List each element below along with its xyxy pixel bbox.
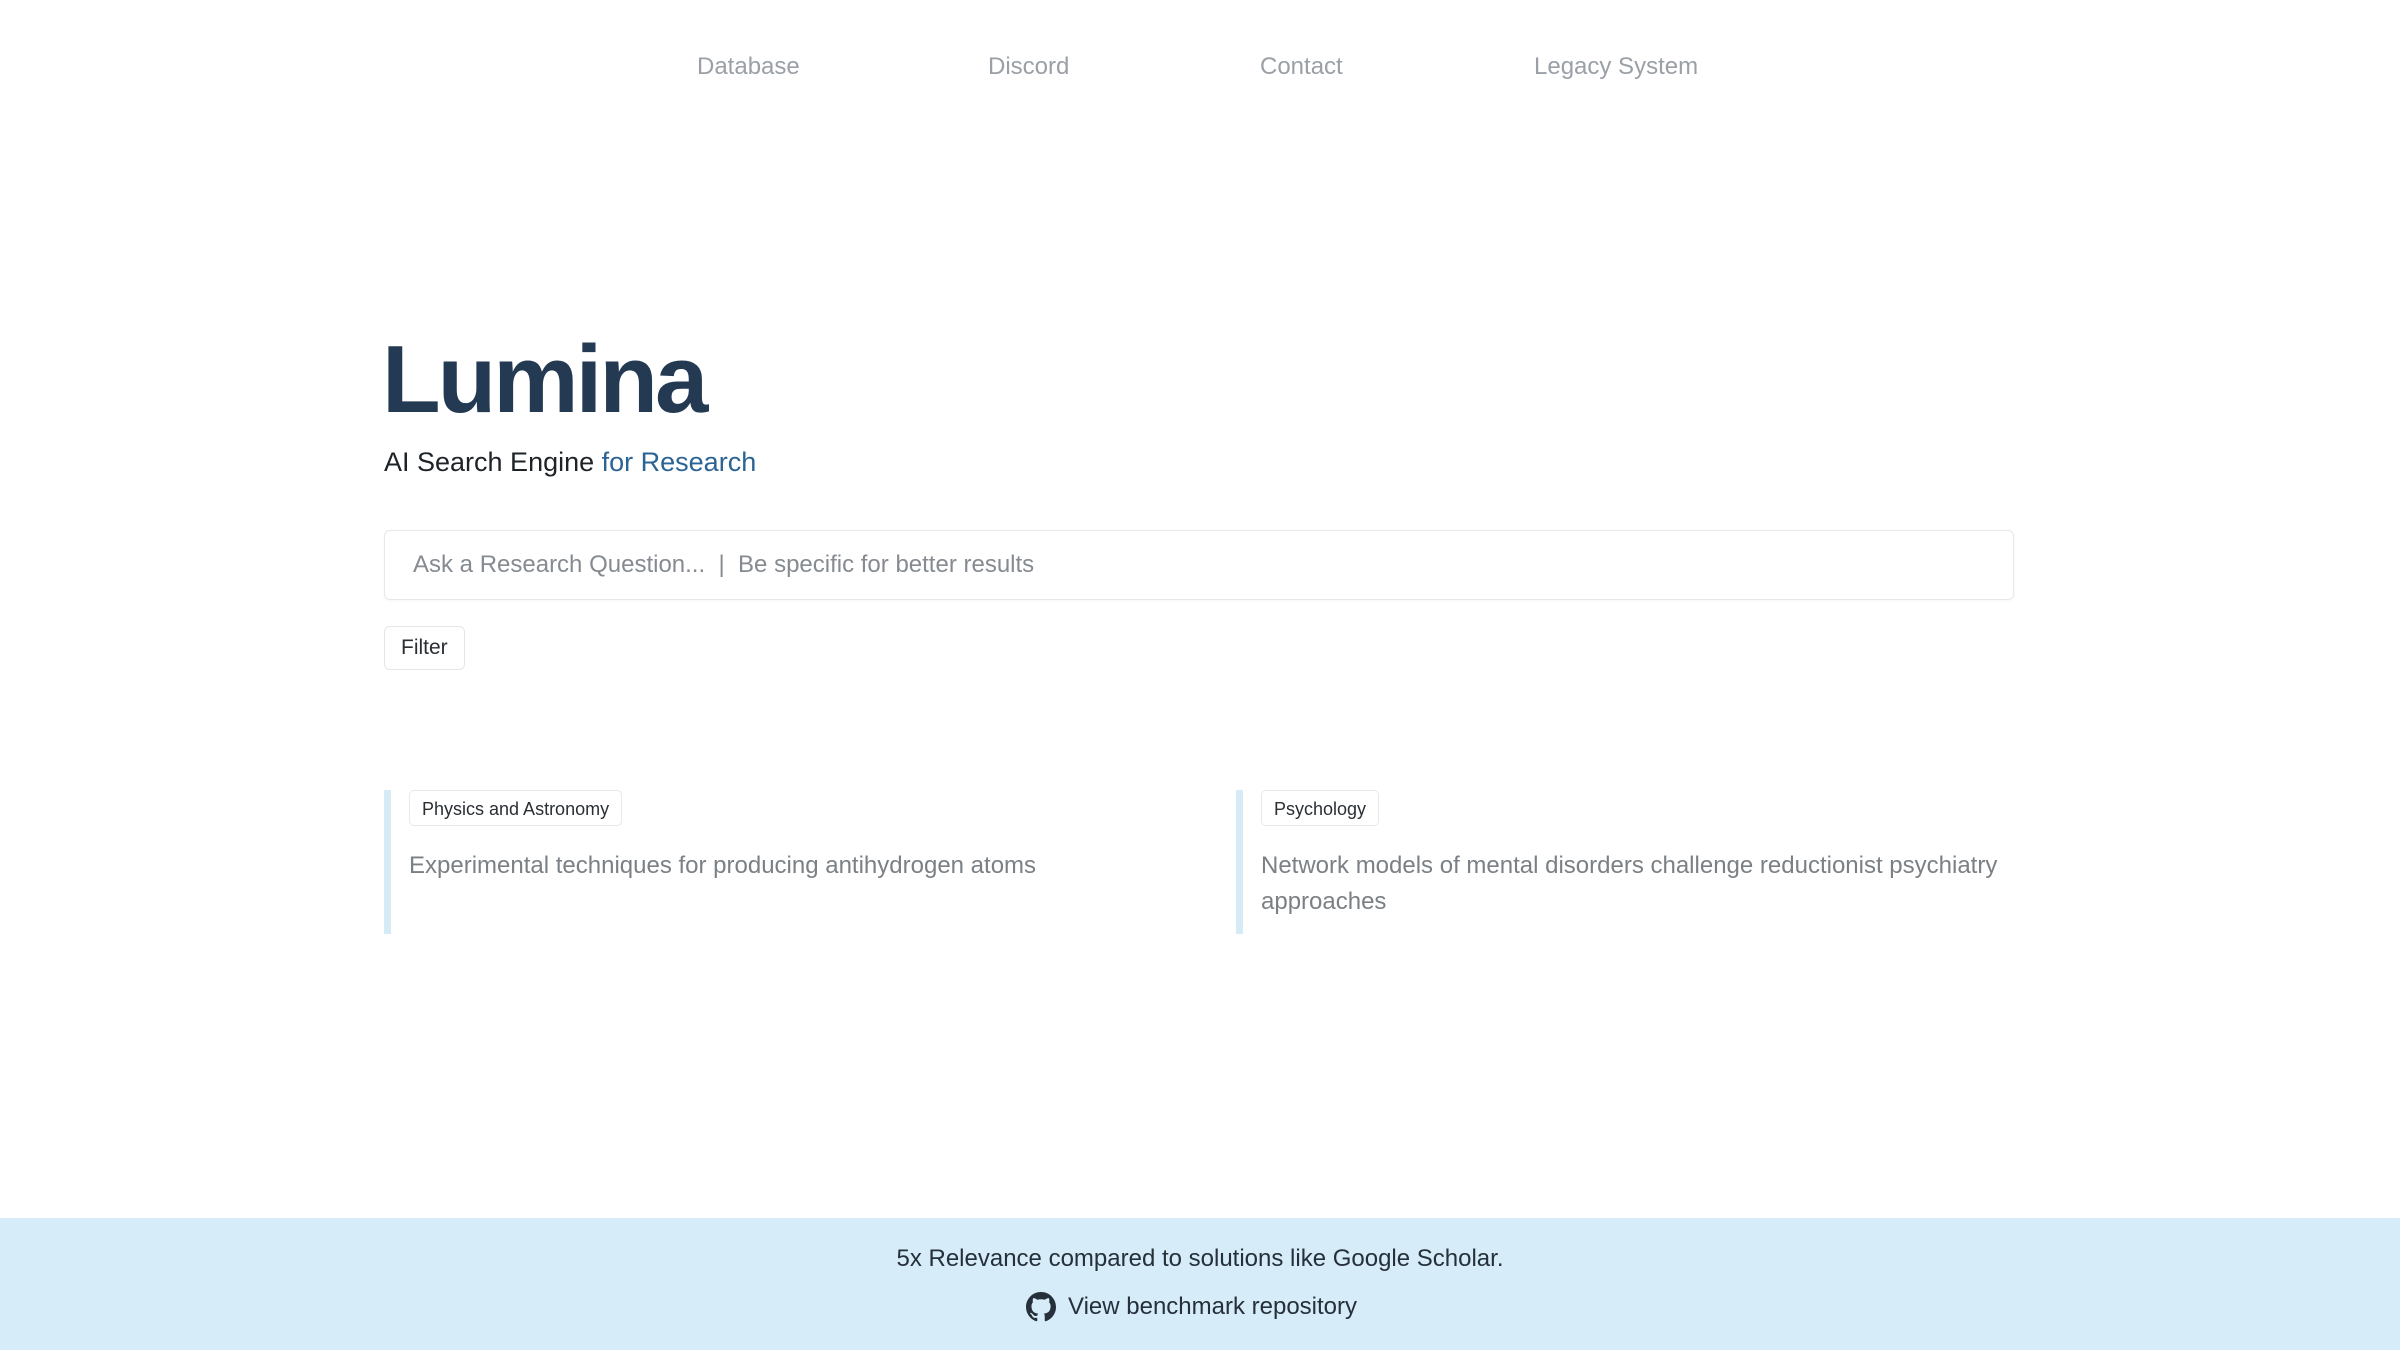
footer-banner: 5x Relevance compared to solutions like … bbox=[0, 1218, 2400, 1350]
benchmark-repository-link[interactable]: View benchmark repository bbox=[1026, 1290, 1357, 1324]
category-badge: Psychology bbox=[1261, 790, 1380, 826]
nav-link-database[interactable]: Database bbox=[697, 50, 800, 84]
brand-title: Lumina bbox=[382, 326, 708, 433]
search-box bbox=[384, 530, 2014, 600]
tagline: AI Search Engine for Research bbox=[384, 444, 756, 480]
tagline-accent: for Research bbox=[601, 447, 757, 477]
benchmark-link-label: View benchmark repository bbox=[1068, 1293, 1358, 1320]
search-input[interactable] bbox=[385, 531, 2013, 599]
nav-link-legacy-system[interactable]: Legacy System bbox=[1534, 50, 1698, 84]
footer-relevance-text: 5x Relevance compared to solutions like … bbox=[896, 1245, 1504, 1272]
example-question: Network models of mental disorders chall… bbox=[1261, 852, 1998, 915]
example-card-physics[interactable]: Physics and Astronomy Experimental techn… bbox=[384, 790, 1184, 934]
github-icon bbox=[1026, 1292, 1056, 1322]
top-navigation: Database Discord Contact Legacy System bbox=[0, 0, 2400, 134]
nav-link-discord[interactable]: Discord bbox=[988, 50, 1069, 84]
nav-link-contact[interactable]: Contact bbox=[1260, 50, 1343, 84]
example-card-psychology[interactable]: Psychology Network models of mental diso… bbox=[1236, 790, 2016, 934]
category-badge: Physics and Astronomy bbox=[409, 790, 623, 826]
filter-button[interactable]: Filter bbox=[384, 626, 465, 670]
example-question: Experimental techniques for producing an… bbox=[409, 852, 1037, 879]
page: Database Discord Contact Legacy System L… bbox=[0, 0, 2400, 1350]
tagline-main: AI Search Engine bbox=[384, 447, 602, 477]
